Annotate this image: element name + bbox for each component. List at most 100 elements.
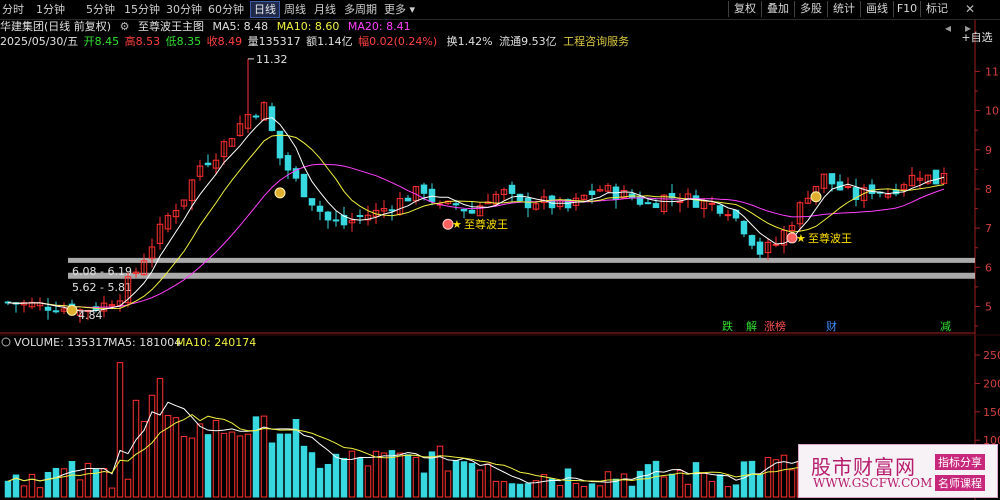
candle-body	[692, 195, 700, 208]
volume-bar	[644, 464, 652, 498]
volume-bar	[428, 451, 436, 498]
tab-more-label: 更多	[384, 3, 406, 16]
volume-gear-icon	[1, 337, 11, 347]
volume-bar	[324, 463, 332, 498]
volume-bar	[788, 469, 796, 498]
support-band-lower	[68, 272, 975, 279]
turnover-value: 换1.42%	[446, 35, 493, 48]
candle-body	[548, 195, 556, 209]
ma10-value: MA10: 8.60	[276, 20, 340, 33]
price-tick-label: 8	[985, 183, 992, 196]
candle-body	[332, 219, 340, 222]
multi-stock-button[interactable]: 多股	[794, 1, 827, 17]
overlay-button[interactable]: 叠加	[761, 1, 794, 17]
volume-bar	[212, 419, 220, 498]
volume-bar	[372, 450, 380, 498]
volume-bar	[132, 399, 140, 498]
volume-bar	[196, 423, 204, 498]
volume-bar	[476, 469, 484, 498]
candle-body	[324, 211, 332, 221]
support-band-upper	[68, 257, 975, 263]
signal-star-icon: ★	[796, 232, 806, 245]
volume-bar	[204, 434, 212, 498]
volume-value: 量135317	[247, 35, 301, 48]
price-tick-label: 10	[985, 105, 999, 118]
date-label: 2025/05/30/五	[0, 35, 79, 48]
tab-1min[interactable]: 1分钟	[36, 2, 65, 17]
volume-bar	[700, 472, 708, 498]
tab-fenshi[interactable]: 分时	[2, 2, 24, 17]
statistics-button[interactable]: 统计	[827, 1, 860, 17]
volume-bar	[268, 442, 276, 498]
volume-bar	[580, 485, 588, 498]
price-tick-label: 9	[985, 144, 992, 157]
volume-bar	[356, 457, 364, 498]
tab-30min[interactable]: 30分钟	[166, 2, 202, 17]
volume-bar	[516, 483, 524, 498]
volume-bar	[188, 437, 196, 498]
amount-value: 额1.14亿	[306, 35, 353, 48]
ma20-value: MA20: 8.41	[347, 20, 411, 33]
mark-button[interactable]: 标记	[920, 1, 953, 17]
volume-bar	[404, 454, 412, 498]
volume-bar	[748, 460, 756, 498]
low-price-label: 4.84	[78, 309, 103, 322]
volume-bar	[596, 485, 604, 498]
candle-body	[588, 190, 596, 196]
volume-bar	[148, 394, 156, 498]
volume-header-label: MA10: 240174	[176, 336, 256, 349]
kline-chart[interactable]: 1110987652502001501006.08 - 6.195.62 - 5…	[0, 0, 1000, 500]
money-bag-icon	[274, 187, 286, 199]
volume-bar	[588, 483, 596, 498]
volume-bar	[668, 473, 676, 498]
tab-multi-period[interactable]: 多周期	[344, 2, 377, 17]
indicator-header: 华建集团(日线 前复权) ⚙ 至尊波王主图 MA5: 8.48 MA10: 8.…	[0, 19, 975, 35]
tab-daily[interactable]: 日线	[250, 1, 280, 18]
event-tag: 跌	[722, 319, 733, 333]
open-value: 开8.45	[83, 35, 120, 48]
volume-bar	[36, 487, 44, 498]
candle-body	[52, 310, 60, 313]
watermark-url: WWW.GSCFW.COM	[813, 476, 933, 490]
volume-bar	[676, 470, 684, 498]
tab-60min[interactable]: 60分钟	[208, 2, 244, 17]
volume-bar	[716, 474, 724, 498]
volume-bar	[508, 483, 516, 498]
volume-bar	[740, 461, 748, 498]
tab-15min[interactable]: 15分钟	[124, 2, 160, 17]
volume-bar	[524, 483, 532, 498]
tab-more[interactable]: 更多 ▾	[384, 2, 415, 17]
candle-body	[524, 197, 532, 209]
price-tick-label: 7	[985, 222, 992, 235]
industry-label[interactable]: 工程咨询服务	[563, 35, 629, 48]
low-value: 低8.35	[165, 35, 202, 48]
signal-label: 至尊波王	[464, 217, 508, 231]
candle-body	[308, 198, 316, 206]
f10-button[interactable]: F10	[893, 1, 920, 17]
volume-bar	[300, 445, 308, 498]
event-tag: 减	[940, 320, 951, 333]
volume-bar	[76, 479, 84, 498]
candle-body	[268, 106, 276, 131]
volume-bar	[628, 485, 636, 498]
volume-bar	[228, 431, 236, 498]
candle-body	[452, 203, 460, 206]
close-icon[interactable]: ✕	[960, 0, 980, 19]
volume-bar	[396, 452, 404, 498]
gear-icon[interactable]: ⚙	[120, 20, 130, 33]
candle-body	[388, 209, 396, 212]
event-tag: 财	[826, 319, 837, 333]
tab-monthly[interactable]: 月线	[314, 2, 336, 17]
tab-5min[interactable]: 5分钟	[86, 2, 115, 17]
fuquan-button[interactable]: 复权	[728, 1, 761, 17]
volume-header-label: MA5: 181004	[108, 336, 181, 349]
tab-weekly[interactable]: 周线	[284, 2, 306, 17]
support-band-upper-label: 6.08 - 6.19	[72, 265, 132, 278]
indicator-name[interactable]: 至尊波王主图	[138, 20, 204, 33]
draw-line-button[interactable]: 画线	[860, 1, 893, 17]
event-tag: 解	[746, 319, 757, 333]
volume-bar	[412, 456, 420, 498]
signal-star-icon: ★	[452, 218, 462, 231]
candle-body	[356, 215, 364, 218]
float-value: 流通9.53亿	[499, 35, 557, 48]
